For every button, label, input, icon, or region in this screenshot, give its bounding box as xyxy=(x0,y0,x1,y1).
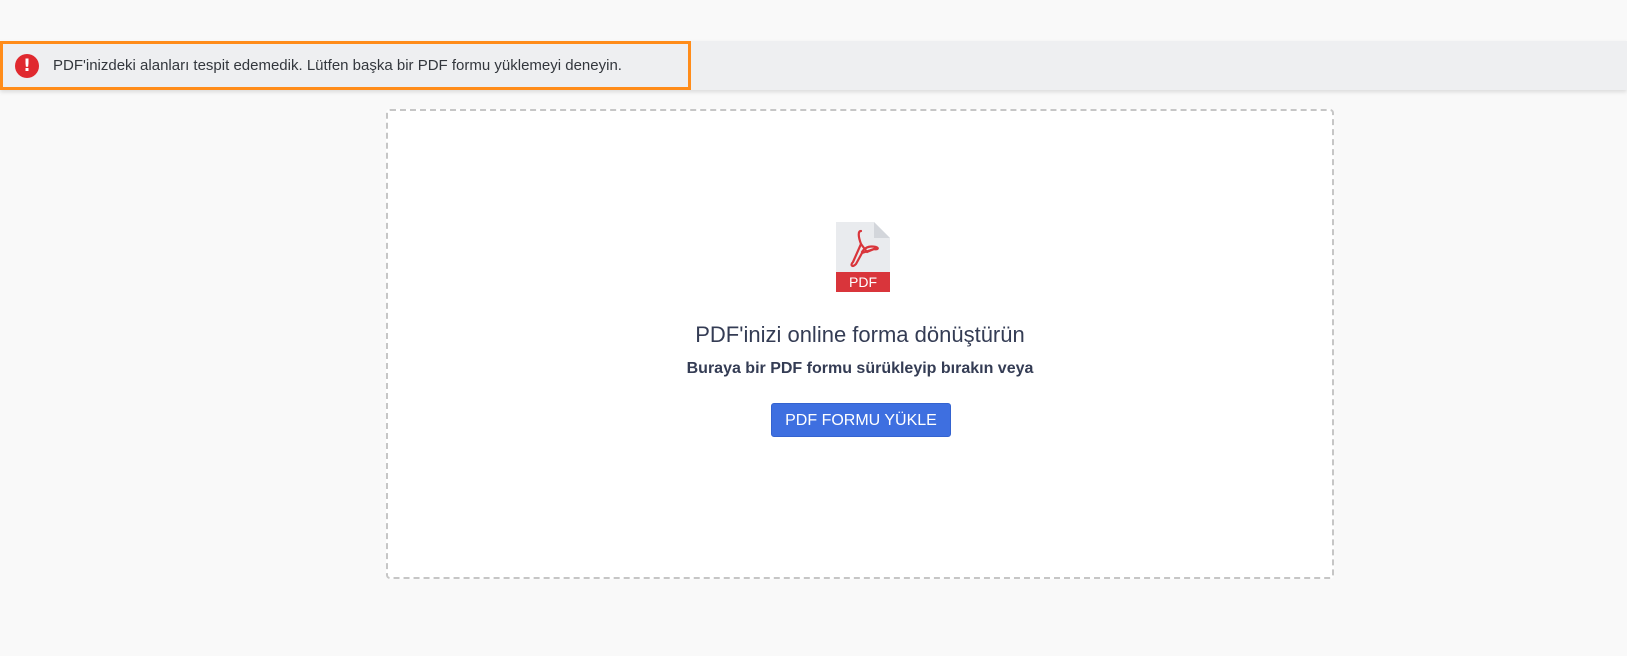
pdf-icon-label: PDF xyxy=(849,274,877,290)
error-message-highlight: ! PDF'inizdeki alanları tespit edemedik.… xyxy=(0,41,691,90)
page: { "error": { "icon": "exclamation-circle… xyxy=(0,0,1627,656)
error-banner: ! PDF'inizdeki alanları tespit edemedik.… xyxy=(0,41,1627,90)
upload-title: PDF'inizi online forma dönüştürün xyxy=(695,322,1025,347)
error-message: PDF'inizdeki alanları tespit edemedik. L… xyxy=(53,57,622,74)
upload-subtitle: Buraya bir PDF formu sürükleyip bırakın … xyxy=(686,360,1034,377)
exclamation-circle-icon: ! xyxy=(15,53,39,78)
upload-pdf-button[interactable]: PDF FORMU YÜKLE xyxy=(771,403,951,437)
pdf-file-icon: PDF xyxy=(836,222,890,292)
pdf-drop-zone[interactable]: PDF PDF'inizi online forma dönüştürün Bu… xyxy=(386,109,1334,579)
